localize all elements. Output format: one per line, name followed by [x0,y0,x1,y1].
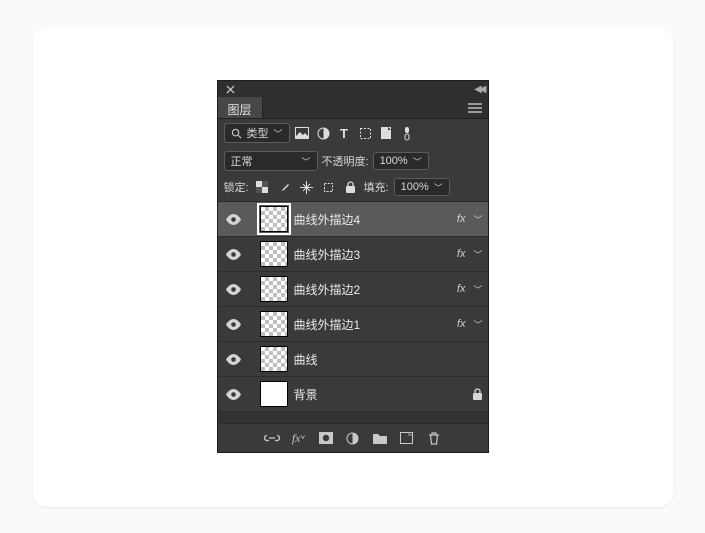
collapse-icon[interactable]: ◀◀ [474,84,483,95]
opacity-input[interactable]: 100% ﹀ [373,152,429,170]
layers-empty-area [218,412,488,424]
new-layer-icon[interactable] [397,429,416,448]
fx-icon[interactable]: fx ˅ [289,429,308,448]
chevron-down-icon[interactable]: ﹀ [473,283,482,296]
opacity-label: 不透明度: [322,153,369,169]
chevron-down-icon[interactable]: ﹀ [473,213,482,226]
search-icon [231,128,242,139]
group-icon[interactable] [370,429,389,448]
layer-name[interactable]: 曲线 [294,351,483,368]
layer-row[interactable]: 曲线外描边3 fx ﹀ [218,237,488,272]
layer-name[interactable]: 曲线外描边2 [294,281,451,298]
fx-indicator-icon[interactable]: fx [457,248,466,260]
visibility-icon[interactable] [226,284,242,295]
fill-label: 填充: [364,179,389,195]
trash-icon[interactable] [424,429,443,448]
layers-list: 曲线外描边4 fx ﹀ 曲线外描边3 fx ﹀ 曲线外描边2 fx ﹀ 曲线外描边1 fx ﹀ 曲线背景 [218,202,488,412]
layer-name[interactable]: 曲线外描边4 [294,211,451,228]
filter-kind-label: 类型 [247,125,269,141]
chevron-down-icon: ﹀ [274,127,283,140]
fx-indicator-icon[interactable]: fx [457,283,466,295]
layer-thumbnail[interactable] [260,241,288,267]
filter-row: 类型 ﹀ T [218,119,488,147]
blend-mode-select[interactable]: 正常 ﹀ [224,151,318,171]
layer-thumbnail[interactable] [260,276,288,302]
chevron-down-icon: ﹀ [434,181,443,194]
filter-kind-select[interactable]: 类型 ﹀ [224,123,290,143]
tab-label: 图层 [228,103,252,117]
lock-position-icon[interactable] [298,179,315,196]
layer-row[interactable]: 曲线外描边4 fx ﹀ [218,202,488,237]
filter-image-icon[interactable] [294,125,311,142]
visibility-icon[interactable] [226,319,242,330]
panel-menu-icon[interactable] [462,97,488,118]
visibility-icon[interactable] [226,214,242,225]
filter-shape-icon[interactable] [357,125,374,142]
lock-transparency-icon[interactable] [254,179,271,196]
chevron-down-icon: ﹀ [301,155,310,168]
layer-row[interactable]: 背景 [218,377,488,412]
filter-toggle-icon[interactable] [399,125,416,142]
blend-mode-label: 正常 [231,153,253,169]
fx-indicator-icon[interactable]: fx [457,318,466,330]
fill-value: 100% [401,181,429,193]
visibility-icon[interactable] [226,249,242,260]
filter-adjust-icon[interactable] [315,125,332,142]
visibility-icon[interactable] [226,389,242,400]
panel-titlebar: ◀◀ [218,81,488,97]
chevron-down-icon[interactable]: ﹀ [473,318,482,331]
filter-smart-icon[interactable] [378,125,395,142]
layer-thumbnail[interactable] [260,381,288,407]
blend-row: 正常 ﹀ 不透明度: 100% ﹀ [218,147,488,175]
layer-thumbnail[interactable] [260,206,288,232]
fx-indicator-icon[interactable]: fx [457,213,466,225]
layer-name[interactable]: 背景 [294,386,466,403]
opacity-value: 100% [380,155,408,167]
lock-all-icon[interactable] [342,179,359,196]
layers-footer: fx ˅ [218,424,488,452]
layer-thumbnail[interactable] [260,311,288,337]
lock-brush-icon[interactable] [276,179,293,196]
layer-row[interactable]: 曲线 [218,342,488,377]
visibility-icon[interactable] [226,354,242,365]
layers-panel: ◀◀ 图层 类型 ﹀ T [217,80,489,453]
adjustment-icon[interactable] [343,429,362,448]
layer-row[interactable]: 曲线外描边2 fx ﹀ [218,272,488,307]
link-icon[interactable] [262,429,281,448]
filter-text-icon[interactable]: T [336,125,353,142]
layer-name[interactable]: 曲线外描边1 [294,316,451,333]
lock-icon[interactable] [472,388,483,401]
layer-thumbnail[interactable] [260,346,288,372]
tab-layers[interactable]: 图层 [218,97,263,118]
fill-input[interactable]: 100% ﹀ [394,178,450,196]
close-icon[interactable] [222,81,239,98]
lock-artboard-icon[interactable] [320,179,337,196]
lock-label: 锁定: [224,179,249,195]
layer-name[interactable]: 曲线外描边3 [294,246,451,263]
panel-tabs: 图层 [218,97,488,119]
chevron-down-icon[interactable]: ﹀ [473,248,482,261]
lock-row: 锁定: 填充: 100% ﹀ [218,175,488,202]
chevron-down-icon: ﹀ [413,155,422,168]
layer-row[interactable]: 曲线外描边1 fx ﹀ [218,307,488,342]
mask-icon[interactable] [316,429,335,448]
